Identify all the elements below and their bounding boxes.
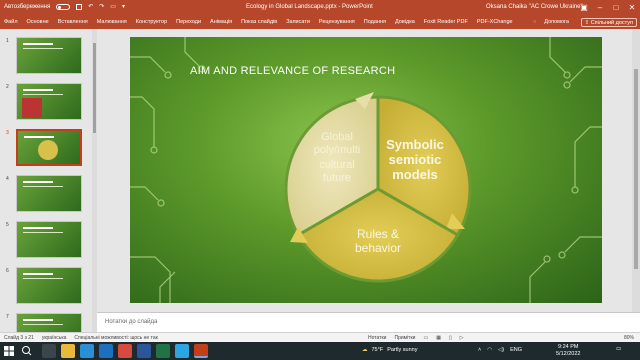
edge-icon[interactable] xyxy=(80,344,94,358)
tab-0[interactable]: Файл xyxy=(4,19,18,25)
tab-2[interactable]: Вставлення xyxy=(58,19,88,25)
share-button[interactable]: ⇪ Спільний доступ xyxy=(580,18,637,27)
thumbnail-image xyxy=(16,37,82,74)
slide-counter: Слайд 3 з 21 xyxy=(4,335,34,341)
thumbnail-image xyxy=(16,267,82,304)
tab-11[interactable]: Довідка xyxy=(395,19,415,25)
zoom-level[interactable]: 80% xyxy=(624,335,634,341)
close-button[interactable]: ✕ xyxy=(624,0,640,16)
notes-placeholder: Нотатки до слайда xyxy=(105,319,158,325)
thumbnail-number: 3 xyxy=(6,130,9,136)
volume-icon[interactable]: ◁) xyxy=(498,347,504,353)
tab-8[interactable]: Записати xyxy=(286,19,310,25)
segment-right-text: Symbolic semiotic models xyxy=(386,137,444,182)
maximize-button[interactable]: □ xyxy=(608,0,624,16)
clock-date: 5/12/2022 xyxy=(556,351,581,357)
segment-bottom-text: Rules & behavior xyxy=(354,227,402,255)
customize-qat-icon[interactable]: ▾ xyxy=(122,3,125,10)
chrome-icon[interactable] xyxy=(118,344,132,358)
mail-icon[interactable] xyxy=(99,344,113,358)
telegram-icon[interactable] xyxy=(175,344,189,358)
windows-start-icon[interactable] xyxy=(4,346,14,356)
comments-button[interactable]: Примітки xyxy=(394,335,415,341)
file-explorer-icon[interactable] xyxy=(61,344,75,358)
word-icon[interactable] xyxy=(137,344,151,358)
tab-1[interactable]: Основне xyxy=(27,19,49,25)
slide-sorter-icon[interactable]: ▦ xyxy=(436,335,441,341)
ribbon-display-icon[interactable]: ▣ xyxy=(576,0,592,16)
notifications-icon[interactable]: ▭ xyxy=(616,346,621,352)
autosave-toggle[interactable] xyxy=(56,3,71,10)
weather-widget[interactable]: ☁ 75°F Partly sunny xyxy=(362,347,417,353)
save-icon[interactable] xyxy=(76,3,83,10)
tell-me-label[interactable]: Допомога xyxy=(544,19,569,25)
thumbnail-image xyxy=(16,175,82,212)
tab-10[interactable]: Подання xyxy=(364,19,386,25)
window-controls: ▣ – □ ✕ xyxy=(576,0,640,16)
cycle-mini xyxy=(38,140,58,160)
weather-text: Partly sunny xyxy=(387,347,418,353)
lightbulb-icon[interactable]: ◌ xyxy=(533,19,536,25)
language-indicator[interactable]: українська xyxy=(42,335,67,341)
powerpoint-icon[interactable] xyxy=(194,344,208,358)
autosave-label: Автозбереження xyxy=(4,3,51,10)
temperature: 75°F xyxy=(371,347,384,353)
thumbnail-number: 7 xyxy=(6,314,9,320)
tab-9[interactable]: Рецензування xyxy=(319,19,355,25)
notes-button[interactable]: Нотатки xyxy=(368,335,386,341)
slideshow-view-icon[interactable]: ▷ xyxy=(460,335,464,341)
network-icon[interactable]: ◠ xyxy=(487,347,492,353)
tab-3[interactable]: Малювання xyxy=(97,19,127,25)
status-bar: Слайд 3 з 21 українська Спеціальні можли… xyxy=(0,332,640,342)
notes-pane[interactable]: Нотатки до слайда xyxy=(97,312,640,332)
redo-icon[interactable]: ↷ xyxy=(99,3,104,10)
tab-7[interactable]: Показ слайдів xyxy=(241,19,277,25)
thumbnail-number: 1 xyxy=(6,38,9,44)
search-icon[interactable] xyxy=(20,345,34,357)
tray-chevron-icon[interactable]: ˄ xyxy=(478,347,481,353)
system-tray: ˄ ◠ ◁) ENG xyxy=(478,347,522,353)
taskbar-apps xyxy=(42,344,208,358)
thumbnail-number: 2 xyxy=(6,84,9,90)
start-slideshow-icon[interactable]: ▭ xyxy=(110,3,116,10)
excel-icon[interactable] xyxy=(156,344,170,358)
keyboard-language[interactable]: ENG xyxy=(510,347,522,353)
slide-canvas[interactable]: AIM AND RELEVANCE OF RESEARCH Global pol… xyxy=(130,37,602,303)
thumbnail-number: 4 xyxy=(6,176,9,182)
segment-left-text: Global poly/multi cultural future xyxy=(313,131,361,184)
ribbon-tabs: Файл Основне Вставлення Малювання Конструкто… xyxy=(0,16,640,29)
task-view-icon[interactable] xyxy=(42,344,56,358)
clock-time: 9:24 PM xyxy=(557,344,579,350)
thumbnail-image xyxy=(16,313,82,332)
accessibility-status[interactable]: Спеціальні можливості: щось не так xyxy=(74,335,157,341)
thumbnail-image xyxy=(16,129,82,166)
tab-12[interactable]: Foxit Reader PDF xyxy=(424,19,468,25)
undo-icon[interactable]: ↶ xyxy=(88,3,93,10)
tab-6[interactable]: Анімація xyxy=(210,19,232,25)
normal-view-icon[interactable]: ▭ xyxy=(423,335,428,341)
title-bar: Автозбереження ↶ ↷ ▭ ▾ Ecology in Global… xyxy=(0,0,640,16)
tab-5[interactable]: Переходи xyxy=(176,19,201,25)
document-title: Ecology in Global Landscape.pptx - Power… xyxy=(246,4,373,10)
thumbnail-number: 5 xyxy=(6,222,9,228)
tab-4[interactable]: Конструктор xyxy=(136,19,167,25)
tab-13[interactable]: PDF-XChange xyxy=(477,19,513,25)
user-name[interactable]: Oksana Chaika "AC Crowe Ukraine" xyxy=(486,4,583,10)
clock[interactable]: 9:24 PM 5/12/2022 xyxy=(556,344,580,358)
tab-list: Файл Основне Вставлення Малювання Конструкто… xyxy=(4,19,513,25)
thumbnail-image xyxy=(16,221,82,258)
thumbnail-image xyxy=(16,83,82,120)
share-label: Спільний доступ xyxy=(590,20,633,26)
reading-view-icon[interactable]: ▯ xyxy=(449,335,452,341)
slide-scrollbar[interactable] xyxy=(632,29,640,312)
share-icon: ⇪ xyxy=(584,20,590,26)
portrait-image xyxy=(22,98,42,118)
minimize-button[interactable]: – xyxy=(592,0,608,16)
weather-icon: ☁ xyxy=(362,347,368,353)
taskbar: ☁ 75°F Partly sunny ˄ ◠ ◁) ENG 9:24 PM 5… xyxy=(0,342,640,360)
ribbon-right: ◌ Допомога xyxy=(533,19,569,25)
thumbnail-number: 6 xyxy=(6,268,9,274)
slide-thumbnails-pane: 1 2 3 4 5 6 7 xyxy=(0,29,97,332)
autosave-group: Автозбереження ↶ ↷ ▭ ▾ xyxy=(4,3,125,10)
